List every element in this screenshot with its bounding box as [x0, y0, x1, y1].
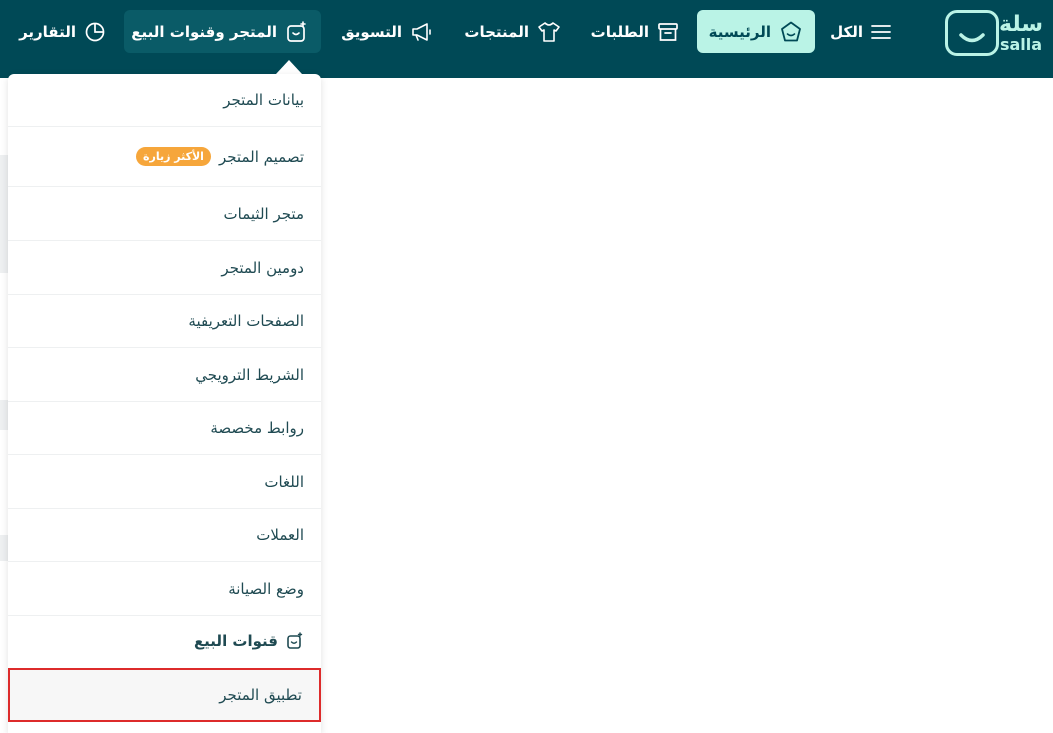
menu-item-store-app[interactable]: تطبيق المتجر	[8, 668, 321, 722]
brand-name-ar: سلة	[999, 11, 1043, 37]
salla-bag-icon	[945, 10, 1000, 56]
megaphone-icon	[412, 22, 431, 41]
most-visited-badge: الأكثر زيارة	[136, 147, 211, 166]
nav-home[interactable]: الرئيسية	[697, 10, 815, 53]
menu-item-currencies[interactable]: العملات	[8, 509, 321, 562]
store-channels-icon	[287, 20, 306, 42]
menu-item-languages[interactable]: اللغات	[8, 455, 321, 509]
background-panel	[0, 155, 8, 273]
home-icon	[781, 21, 801, 41]
sales-channels-icon	[287, 632, 303, 649]
nav-products-label: المنتجات	[464, 22, 529, 41]
tshirt-icon	[538, 21, 560, 42]
nav-marketing-label: التسويق	[341, 22, 402, 41]
menu-item-theme-store[interactable]: متجر الثيمات	[8, 187, 321, 241]
nav-reports-label: التقارير	[19, 22, 76, 41]
nav-products[interactable]: المنتجات	[452, 10, 573, 53]
nav-marketing[interactable]: التسويق	[329, 10, 446, 53]
salla-logo[interactable]: سلة salla	[937, 10, 1043, 56]
menu-item-store-design[interactable]: تصميم المتجر الأكثر زيارة	[8, 127, 321, 187]
brand-name-en: salla	[999, 34, 1043, 54]
nav-store-channels[interactable]: المتجر وقنوات البيع	[124, 10, 321, 53]
menu-item-promo-bar[interactable]: الشريط الترويجي	[8, 348, 321, 402]
nav-store-channels-label: المتجر وقنوات البيع	[131, 22, 277, 41]
background-panel	[0, 535, 8, 561]
menu-icon	[871, 24, 891, 39]
sales-channels-header: قنوات البيع	[8, 616, 321, 666]
menu-item-maintenance-mode[interactable]: وضع الصيانة	[8, 562, 321, 616]
pie-chart-icon	[85, 22, 105, 41]
menu-item-custom-links[interactable]: روابط مخصصة	[8, 402, 321, 455]
nav-home-label: الرئيسية	[708, 22, 771, 41]
menu-item-landing-pages[interactable]: الصفحات التعريفية	[8, 295, 321, 348]
nav-reports[interactable]: التقارير	[7, 10, 118, 53]
nav-all[interactable]: الكل	[818, 10, 903, 53]
store-channels-dropdown: بيانات المتجر تصميم المتجر الأكثر زيارة …	[8, 74, 321, 733]
nav-all-label: الكل	[830, 22, 863, 41]
background-panel	[0, 400, 8, 430]
nav-orders[interactable]: الطلبات	[579, 10, 691, 53]
archive-box-icon	[658, 22, 678, 41]
nav-orders-label: الطلبات	[590, 22, 649, 41]
menu-item-store-info[interactable]: بيانات المتجر	[8, 74, 321, 127]
dropdown-caret	[276, 60, 302, 74]
top-navbar: سلة salla الكل الرئيسية الطلبات المنتجات	[0, 0, 1053, 78]
menu-item-store-domain[interactable]: دومين المتجر	[8, 241, 321, 295]
